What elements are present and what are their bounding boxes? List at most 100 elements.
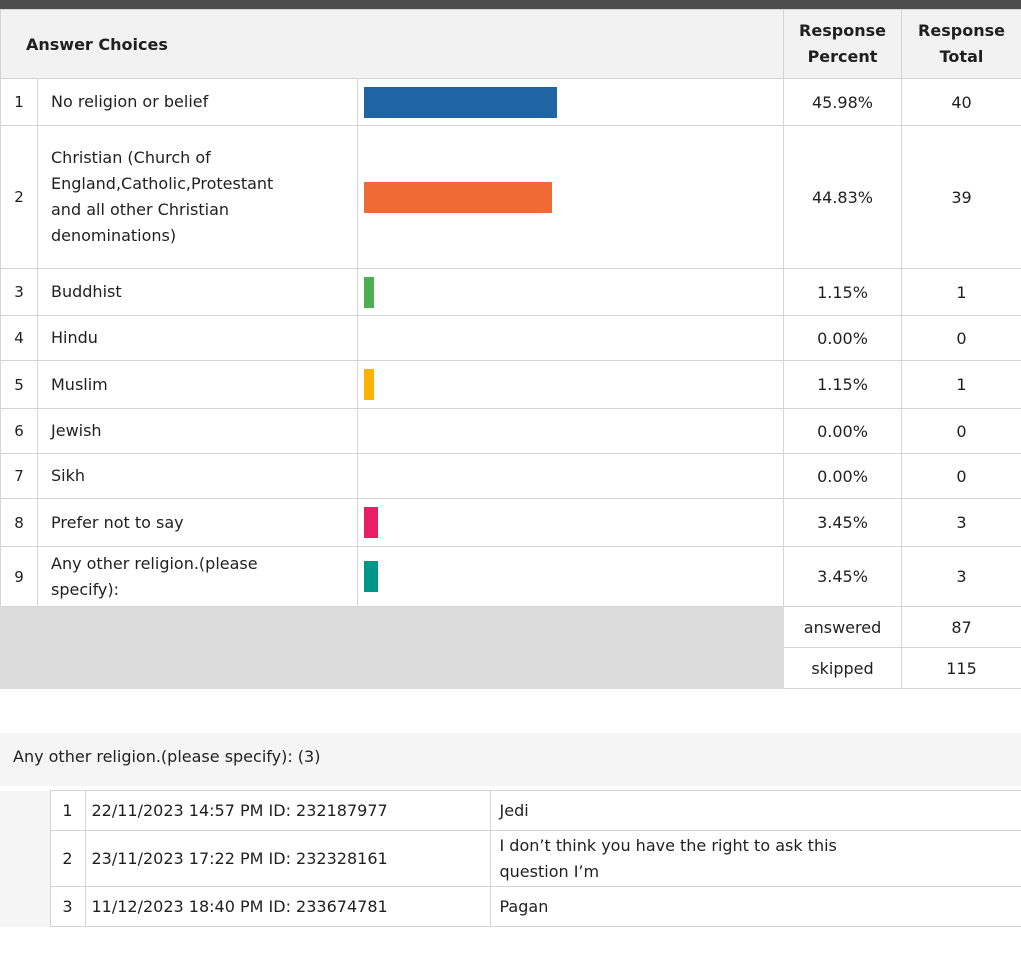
response-total-header-line2: Total xyxy=(939,47,984,66)
bar-2 xyxy=(364,181,552,213)
row-number: 5 xyxy=(0,360,38,409)
row-number: 4 xyxy=(0,315,38,361)
answer-row: 6 Jewish 0.00% 0 xyxy=(0,408,1021,454)
skipped-value: 115 xyxy=(901,647,1021,689)
results-table: Answer Choices Response Percent Response… xyxy=(0,9,1021,689)
bar-cell xyxy=(357,78,784,126)
other-response-number: 3 xyxy=(49,886,86,927)
other-responses-title: Any other religion.(please specify): (3) xyxy=(13,747,321,766)
response-total: 3 xyxy=(901,546,1021,607)
answer-label-line: denominations) xyxy=(51,226,177,245)
answered-value: 87 xyxy=(901,606,1021,648)
other-response-text: I don’t think you have the right to ask … xyxy=(489,830,1021,887)
bar-cell xyxy=(357,408,784,454)
response-percent: 0.00% xyxy=(783,408,902,454)
response-percent: 3.45% xyxy=(783,498,902,547)
response-percent-header-line1: Response xyxy=(799,21,886,40)
answer-label-line: Christian (Church of xyxy=(51,148,211,167)
answer-label-line: Buddhist xyxy=(51,282,122,301)
answered-label: answered xyxy=(783,606,902,648)
answer-label: No religion or belief xyxy=(37,78,358,126)
header-row: Answer Choices Response Percent Response… xyxy=(0,9,1021,79)
other-response-text-line: Jedi xyxy=(499,800,529,820)
bar-5 xyxy=(364,369,374,400)
answer-label: Prefer not to say xyxy=(37,498,358,547)
response-total: 3 xyxy=(901,498,1021,547)
response-total: 0 xyxy=(901,315,1021,361)
other-responses-table: 1 22/11/2023 14:57 PM ID: 232187977 Jedi 2 2… xyxy=(0,790,1021,927)
indent-spacer xyxy=(0,830,50,887)
answer-row: 3 Buddhist 1.15% 1 xyxy=(0,268,1021,316)
answer-label-line: Hindu xyxy=(51,328,98,347)
answer-label: Sikh xyxy=(37,453,358,499)
answer-row: 1 No religion or belief 45.98% 40 xyxy=(0,78,1021,126)
summary-body: answered 87 skipped 115 xyxy=(0,606,1021,689)
other-response-row: 3 11/12/2023 18:40 PM ID: 233674781 Pagan xyxy=(0,886,1021,927)
bar-cell xyxy=(357,315,784,361)
row-number: 3 xyxy=(0,268,38,316)
skipped-row: skipped 115 xyxy=(0,647,1021,689)
bar-cell xyxy=(357,125,784,269)
other-responses-header: Any other religion.(please specify): (3) xyxy=(0,733,1021,786)
other-response-text-line: I don’t think you have the right to ask … xyxy=(499,835,837,855)
response-total-header: Response Total xyxy=(901,9,1021,79)
skipped-spacer xyxy=(0,647,784,689)
bar-cell xyxy=(357,498,784,547)
indent-spacer xyxy=(0,886,50,927)
row-number: 9 xyxy=(0,546,38,607)
bar-cell xyxy=(357,546,784,607)
response-percent-header-line2: Percent xyxy=(807,47,878,66)
response-percent: 0.00% xyxy=(783,453,902,499)
other-response-meta: 22/11/2023 14:57 PM ID: 232187977 xyxy=(84,790,491,831)
response-percent: 44.83% xyxy=(783,125,902,269)
top-bar xyxy=(0,0,1021,9)
answer-label-line: Sikh xyxy=(51,466,86,485)
other-response-text: Jedi xyxy=(489,790,1021,831)
answer-row: 7 Sikh 0.00% 0 xyxy=(0,453,1021,499)
bar-3 xyxy=(364,276,374,308)
row-number: 1 xyxy=(0,78,38,126)
answer-label-line: No religion or belief xyxy=(51,92,209,111)
response-percent-header: Response Percent xyxy=(783,9,902,79)
other-response-number: 2 xyxy=(49,830,86,887)
response-total: 1 xyxy=(901,268,1021,316)
row-number: 2 xyxy=(0,125,38,269)
bar-1 xyxy=(364,86,557,118)
answer-label: Christian (Church of England,Catholic,Pro… xyxy=(37,125,358,269)
row-number: 6 xyxy=(0,408,38,454)
answer-choices-header: Answer Choices xyxy=(0,9,784,79)
answer-label-line: Jewish xyxy=(51,421,102,440)
results-body: 1 No religion or belief 45.98% 40 2 Christian… xyxy=(0,78,1021,607)
answer-label-line: England,Catholic,Protestant xyxy=(51,174,274,193)
bar-cell xyxy=(357,453,784,499)
other-response-text-line: question I’m xyxy=(499,861,600,881)
other-response-row: 2 23/11/2023 17:22 PM ID: 232328161 I don’… xyxy=(0,830,1021,887)
indent-spacer xyxy=(0,790,50,831)
response-percent: 0.00% xyxy=(783,315,902,361)
answer-row: 5 Muslim 1.15% 1 xyxy=(0,360,1021,409)
answer-label-line: Muslim xyxy=(51,374,108,394)
row-number: 8 xyxy=(0,498,38,547)
response-percent: 1.15% xyxy=(783,268,902,316)
other-response-text-line: Pagan xyxy=(499,896,549,916)
other-response-meta: 23/11/2023 17:22 PM ID: 232328161 xyxy=(84,830,491,887)
other-response-meta: 11/12/2023 18:40 PM ID: 233674781 xyxy=(84,886,491,927)
answer-label: Hindu xyxy=(37,315,358,361)
response-total: 39 xyxy=(901,125,1021,269)
answer-row: 2 Christian (Church of England,Catholic,Pr… xyxy=(0,125,1021,269)
response-total: 0 xyxy=(901,453,1021,499)
other-response-text: Pagan xyxy=(489,886,1021,927)
answer-label: Any other religion.(please specify): xyxy=(37,546,358,607)
skipped-label: skipped xyxy=(783,647,902,689)
answer-label: Jewish xyxy=(37,408,358,454)
other-response-number: 1 xyxy=(49,790,86,831)
answer-label-line: and all other Christian xyxy=(51,200,230,219)
answer-label-line: specify): xyxy=(51,579,120,599)
answer-label-line: Prefer not to say xyxy=(51,512,184,532)
answer-label: Buddhist xyxy=(37,268,358,316)
bar-cell xyxy=(357,360,784,409)
answered-spacer xyxy=(0,606,784,648)
answer-label-line: Any other religion.(please xyxy=(51,553,258,573)
other-responses-body: 1 22/11/2023 14:57 PM ID: 232187977 Jedi 2 2… xyxy=(0,790,1021,927)
row-number: 7 xyxy=(0,453,38,499)
